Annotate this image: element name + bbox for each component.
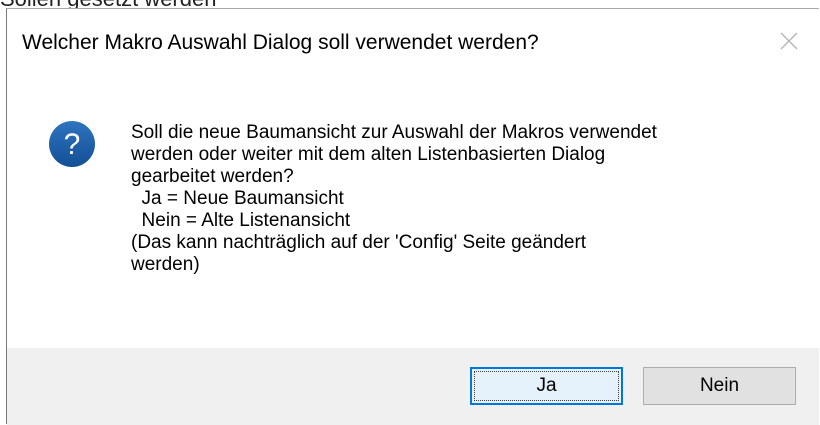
message-line: werden oder weiter mit dem alten Listenb… — [131, 144, 606, 165]
dialog-titlebar[interactable]: Welcher Makro Auswahl Dialog soll verwen… — [7, 9, 819, 81]
yes-button[interactable]: Ja — [470, 367, 623, 405]
message-line: Ja = Neue Baumansicht — [131, 188, 344, 209]
yes-button-focus-ring: Ja — [474, 371, 619, 401]
svg-text:?: ? — [64, 128, 81, 161]
no-button-label: Nein — [699, 375, 740, 396]
close-icon — [780, 32, 798, 50]
message-line: Soll die neue Baumansicht zur Auswahl de… — [131, 122, 657, 143]
yes-button-label: Ja — [536, 375, 557, 396]
dialog-message: Soll die neue Baumansicht zur Auswahl de… — [131, 122, 657, 276]
message-line: Nein = Alte Listenansicht — [131, 210, 351, 231]
dialog-content: ? Soll die neue Baumansicht zur Auswahl … — [7, 81, 819, 348]
message-line: (Das kann nachträglich auf der 'Config' … — [131, 232, 587, 253]
no-button[interactable]: Nein — [643, 367, 796, 405]
message-line: gearbeitet werden? — [131, 166, 294, 187]
message-dialog: Welcher Makro Auswahl Dialog soll verwen… — [6, 8, 819, 425]
question-icon: ? — [49, 121, 95, 167]
close-button[interactable] — [759, 9, 819, 73]
dialog-title: Welcher Makro Auswahl Dialog soll verwen… — [22, 31, 539, 54]
dialog-footer: Ja Nein — [7, 348, 819, 425]
message-line: werden) — [131, 254, 200, 275]
